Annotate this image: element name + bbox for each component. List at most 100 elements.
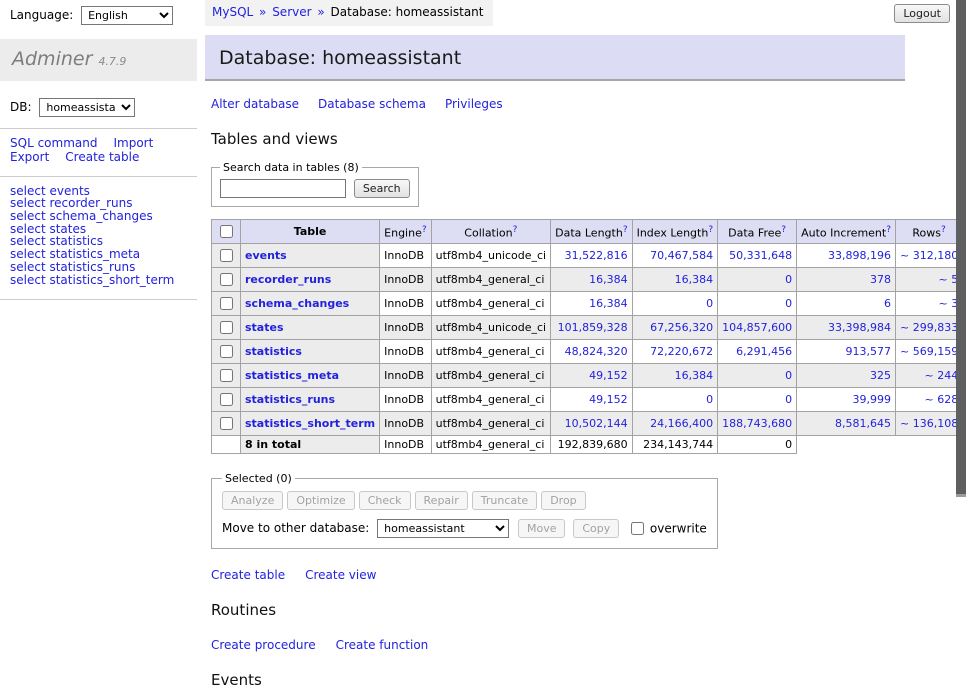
data-free-link[interactable]: 50,331,648: [729, 249, 792, 262]
auto-increment-link[interactable]: 913,577: [846, 345, 892, 358]
table-link-events[interactable]: events: [245, 249, 287, 262]
column-help-link[interactable]: ?: [941, 225, 946, 235]
auto-increment-cell: 6: [797, 292, 896, 316]
auto-increment-link[interactable]: 378: [870, 273, 891, 286]
db-select[interactable]: homeassistant: [39, 98, 135, 117]
auto-increment-link[interactable]: 33,398,984: [828, 321, 891, 334]
data-length-link[interactable]: 10,502,144: [565, 417, 628, 430]
row-checkbox[interactable]: [220, 249, 233, 262]
action-link-alter-database[interactable]: Alter database: [211, 97, 299, 111]
auto-increment-link[interactable]: 33,898,196: [828, 249, 891, 262]
row-checkbox[interactable]: [220, 345, 233, 358]
sidebar-link-select-statistics-short-term[interactable]: select statistics_short_term: [10, 273, 174, 287]
search-button[interactable]: Search: [354, 179, 410, 198]
data-length-link[interactable]: 49,152: [589, 369, 628, 382]
index-length-cell: 0: [632, 292, 718, 316]
rows-link[interactable]: ~ 244: [924, 369, 958, 382]
row-checkbox[interactable]: [220, 273, 233, 286]
data-free-link[interactable]: 0: [785, 273, 792, 286]
index-length-link[interactable]: 24,166,400: [650, 417, 713, 430]
row-checkbox[interactable]: [220, 393, 233, 406]
auto-increment-link[interactable]: 39,999: [853, 393, 892, 406]
auto-increment-cell: 33,898,196: [797, 244, 896, 268]
row-checkbox-cell: [212, 412, 241, 436]
table-link-recorder-runs[interactable]: recorder_runs: [245, 273, 331, 286]
table-link-states[interactable]: states: [245, 321, 284, 334]
data-free-link[interactable]: 0: [785, 369, 792, 382]
sidebar-link-export[interactable]: Export: [10, 151, 49, 165]
move-database-select[interactable]: homeassistant: [377, 519, 509, 538]
column-help-link[interactable]: ?: [886, 225, 891, 235]
total-engine-cell: InnoDB: [380, 436, 431, 454]
select-all-checkbox[interactable]: [220, 225, 233, 238]
create-link-create-view[interactable]: Create view: [305, 568, 376, 582]
rows-link[interactable]: ~ 628: [924, 393, 958, 406]
row-checkbox[interactable]: [220, 321, 233, 334]
column-help-link[interactable]: ?: [708, 225, 713, 235]
app-version: 4.7.9: [98, 55, 126, 68]
routine-link-create-function[interactable]: Create function: [336, 638, 429, 652]
row-checkbox[interactable]: [220, 369, 233, 382]
rows-cell: ~ 299,833: [896, 316, 963, 340]
index-length-link[interactable]: 0: [706, 297, 713, 310]
index-length-link[interactable]: 67,256,320: [650, 321, 713, 334]
data-free-link[interactable]: 6,291,456: [736, 345, 792, 358]
table-link-statistics-short-term[interactable]: statistics_short_term: [245, 417, 375, 430]
data-free-link[interactable]: 188,743,680: [722, 417, 792, 430]
column-help-link[interactable]: ?: [623, 225, 628, 235]
auto-increment-link[interactable]: 8,581,645: [835, 417, 891, 430]
create-link-create-table[interactable]: Create table: [211, 568, 285, 582]
index-length-link[interactable]: 0: [706, 393, 713, 406]
data-length-link[interactable]: 49,152: [589, 393, 628, 406]
routine-link-create-procedure[interactable]: Create procedure: [211, 638, 316, 652]
page-title: Database: homeassistant: [205, 35, 905, 81]
rows-link[interactable]: ~ 569,159: [900, 345, 958, 358]
data-free-link[interactable]: 0: [785, 297, 792, 310]
rows-link[interactable]: ~ 312,180: [900, 249, 958, 262]
index-length-link[interactable]: 16,384: [675, 273, 714, 286]
data-length-link[interactable]: 101,859,328: [558, 321, 628, 334]
data-length-link[interactable]: 16,384: [589, 297, 628, 310]
table-link-statistics[interactable]: statistics: [245, 345, 302, 358]
search-input[interactable]: [220, 179, 346, 198]
rows-link[interactable]: ~ 299,833: [900, 321, 958, 334]
table-link-statistics-runs[interactable]: statistics_runs: [245, 393, 335, 406]
language-select[interactable]: English: [81, 6, 173, 25]
row-checkbox[interactable]: [220, 417, 233, 430]
data-length-link[interactable]: 16,384: [589, 273, 628, 286]
data-free-link[interactable]: 104,857,600: [722, 321, 792, 334]
breadcrumb-link-server[interactable]: Server: [272, 5, 311, 19]
action-link-database-schema[interactable]: Database schema: [318, 97, 426, 111]
sidebar-link-create-table[interactable]: Create table: [65, 151, 139, 165]
index-length-link[interactable]: 72,220,672: [650, 345, 713, 358]
auto-increment-link[interactable]: 325: [870, 369, 891, 382]
column-help-link[interactable]: ?: [513, 225, 518, 235]
table-name-cell: schema_changes: [241, 292, 380, 316]
data-free-cell: 104,857,600: [718, 316, 797, 340]
breadcrumb-current: Database: homeassistant: [331, 5, 484, 19]
action-link-privileges[interactable]: Privileges: [445, 97, 503, 111]
sidebar-link-sql-command[interactable]: SQL command: [10, 137, 97, 151]
sidebar-link-import[interactable]: Import: [113, 137, 153, 151]
column-help-link[interactable]: ?: [422, 225, 427, 235]
database-action-links: Alter database Database schema Privileges: [211, 97, 905, 111]
column-help-link[interactable]: ?: [781, 225, 786, 235]
vertical-scrollbar[interactable]: [956, 0, 966, 543]
data-length-link[interactable]: 48,824,320: [565, 345, 628, 358]
data-free-link[interactable]: 0: [785, 393, 792, 406]
data-length-link[interactable]: 31,522,816: [565, 249, 628, 262]
rows-link[interactable]: ~ 136,108: [900, 417, 958, 430]
auto-increment-link[interactable]: 6: [884, 297, 891, 310]
overwrite-checkbox[interactable]: [631, 522, 644, 535]
index-length-cell: 16,384: [632, 364, 718, 388]
table-link-statistics-meta[interactable]: statistics_meta: [245, 369, 339, 382]
row-checkbox[interactable]: [220, 297, 233, 310]
collation-cell: utf8mb4_general_ci: [431, 268, 550, 292]
table-link-schema-changes[interactable]: schema_changes: [245, 297, 349, 310]
total-empty-cell: [896, 436, 963, 454]
breadcrumb-link-mysql[interactable]: MySQL: [212, 5, 253, 19]
db-selector-row: DB: homeassistant: [0, 81, 197, 129]
scrollbar-thumb[interactable]: [956, 0, 966, 494]
index-length-link[interactable]: 70,467,584: [650, 249, 713, 262]
index-length-link[interactable]: 16,384: [675, 369, 714, 382]
